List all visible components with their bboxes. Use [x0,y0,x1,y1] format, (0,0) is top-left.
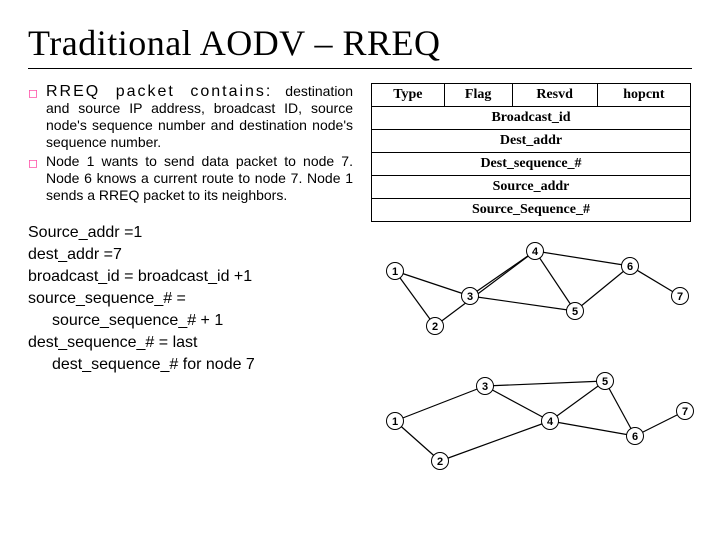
packet-format-table: Type Flag Resvd hopcnt Broadcast_id Dest… [371,83,691,222]
var-line: dest_sequence_# for node 7 [28,354,353,376]
cell-dest-seq: Dest_sequence_# [372,153,691,176]
graph-node: 6 [626,427,644,445]
cell-flag: Flag [444,84,512,107]
network-graph-top: 1234567 [371,232,691,347]
var-line: source_sequence_# + 1 [28,310,353,332]
bullet-mark-icon: ◻ [28,153,46,204]
graph-node: 2 [431,452,449,470]
cell-source-addr: Source_addr [372,176,691,199]
graph-node: 1 [386,262,404,280]
bullet-2: ◻ Node 1 wants to send data packet to no… [28,153,353,204]
table-row: Source_Sequence_# [372,199,691,222]
cell-type: Type [372,84,445,107]
table-row: Dest_addr [372,130,691,153]
graph-node: 4 [526,242,544,260]
var-line: broadcast_id = broadcast_id +1 [28,266,353,288]
table-row: Type Flag Resvd hopcnt [372,84,691,107]
cell-dest-addr: Dest_addr [372,130,691,153]
cell-hopcnt: hopcnt [597,84,690,107]
graph-node: 4 [541,412,559,430]
graph-node: 5 [566,302,584,320]
left-column: ◻ RREQ packet contains: destination and … [28,83,353,472]
bullet-1-text: RREQ packet contains: destination and so… [46,83,353,151]
slide-title: Traditional AODV – RREQ [28,22,692,64]
title-rule [28,68,692,69]
right-column: Type Flag Resvd hopcnt Broadcast_id Dest… [371,83,691,472]
bullet-1: ◻ RREQ packet contains: destination and … [28,83,353,151]
var-line: dest_sequence_# = last [28,332,353,354]
cell-resvd: Resvd [512,84,597,107]
graph-node: 3 [476,377,494,395]
graph-node: 6 [621,257,639,275]
var-line: source_sequence_# = [28,288,353,310]
graph-node: 7 [671,287,689,305]
bullet-2-text: Node 1 wants to send data packet to node… [46,153,353,204]
graph-node: 1 [386,412,404,430]
cell-broadcast-id: Broadcast_id [372,107,691,130]
var-line: dest_addr =7 [28,244,353,266]
table-row: Dest_sequence_# [372,153,691,176]
table-row: Source_addr [372,176,691,199]
graph-node: 2 [426,317,444,335]
graph-node: 3 [461,287,479,305]
graph-node: 5 [596,372,614,390]
table-row: Broadcast_id [372,107,691,130]
bullet-mark-icon: ◻ [28,83,46,151]
variables-block: Source_addr =1 dest_addr =7 broadcast_id… [28,222,353,376]
var-line: Source_addr =1 [28,222,353,244]
network-graph-bottom: 1 2 3 4 5 6 7 [371,357,691,472]
cell-source-seq: Source_Sequence_# [372,199,691,222]
graph-node: 7 [676,402,694,420]
